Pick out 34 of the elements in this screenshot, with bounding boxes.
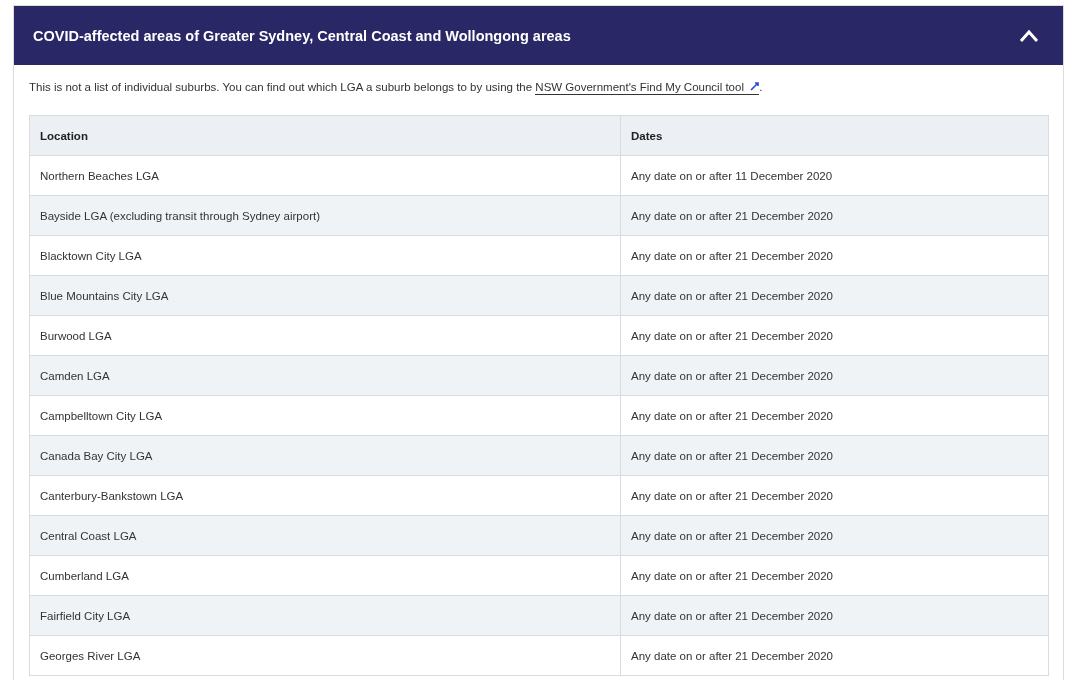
table-cell: Canada Bay City LGA: [29, 435, 621, 476]
table-cell: Any date on or after 21 December 2020: [620, 555, 1049, 596]
table-cell: Canterbury-Bankstown LGA: [29, 475, 621, 516]
external-link-icon: [750, 82, 760, 91]
table-cell: Any date on or after 21 December 2020: [620, 515, 1049, 556]
table-cell: Central Coast LGA: [29, 515, 621, 556]
table-cell: Campbelltown City LGA: [29, 395, 621, 436]
table-cell: Cumberland LGA: [29, 555, 621, 596]
column-header: Dates: [620, 115, 1049, 156]
accordion-title: COVID-affected areas of Greater Sydney, Central Coast and Wollongong areas: [33, 27, 571, 44]
table-cell: Blue Mountains City LGA: [29, 275, 621, 316]
table-cell: Any date on or after 21 December 2020: [620, 475, 1049, 516]
table-cell: Bayside LGA (excluding transit through Sydney airport): [29, 195, 621, 236]
intro-text: This is not a list of individual suburbs. You can find out which LGA a suburb belongs to by using the NSW Government's Find My Council tool .: [29, 81, 764, 93]
table-cell: Any date on or after 11 December 2020: [620, 155, 1049, 196]
table-cell: Any date on or after 21 December 2020: [620, 435, 1049, 476]
table-cell: Camden LGA: [29, 355, 621, 396]
table-cell: Any date on or after 21 December 2020: [620, 395, 1049, 436]
table-cell: Blacktown City LGA: [29, 235, 621, 276]
table-cell: Any date on or after 21 December 2020: [620, 195, 1049, 236]
table-cell: Any date on or after 21 December 2020: [620, 275, 1049, 316]
find-my-council-link[interactable]: NSW Government's Find My Council tool: [535, 81, 760, 95]
table-cell: Fairfield City LGA: [29, 595, 621, 636]
accordion-header[interactable]: COVID-affected areas of Greater Sydney, Central Coast and Wollongong areas: [14, 6, 1063, 65]
table-cell: Any date on or after 21 December 2020: [620, 595, 1049, 636]
column-header: Location: [29, 115, 621, 156]
chevron-up-icon[interactable]: [1019, 28, 1039, 43]
table-cell: Any date on or after 21 December 2020: [620, 235, 1049, 276]
table-cell: Northern Beaches LGA: [29, 155, 621, 196]
table-cell: Any date on or after 21 December 2020: [620, 355, 1049, 396]
table-cell: Any date on or after 21 December 2020: [620, 635, 1049, 676]
table-cell: Georges River LGA: [29, 635, 621, 676]
table-cell: Burwood LGA: [29, 315, 621, 356]
table-cell: Any date on or after 21 December 2020: [620, 315, 1049, 356]
